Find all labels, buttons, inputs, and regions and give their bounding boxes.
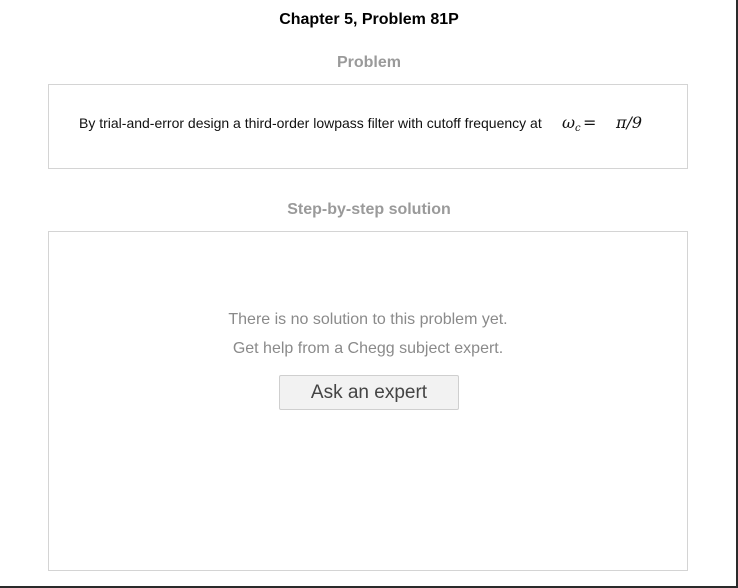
solution-heading: Step-by-step solution xyxy=(287,201,451,218)
math-equals: = xyxy=(583,113,597,132)
ask-expert-button[interactable]: Ask an expert xyxy=(279,375,459,410)
problem-heading: Problem xyxy=(336,54,401,71)
math-omega-symbol: ωc xyxy=(562,113,581,134)
math-omega: ω xyxy=(562,113,576,132)
problem-box: By trial-and-error design a third-order … xyxy=(48,84,688,169)
no-solution-message: There is no solution to this problem yet… xyxy=(228,311,508,328)
problem-text: By trial-and-error design a third-order … xyxy=(79,115,542,131)
math-subscript: c xyxy=(575,123,581,134)
solution-box: There is no solution to this problem yet… xyxy=(48,231,688,571)
get-help-message: Get help from a Chegg subject expert. xyxy=(232,340,504,357)
page-title: Chapter 5, Problem 81P xyxy=(279,11,459,28)
math-value: π/9 xyxy=(616,113,643,132)
